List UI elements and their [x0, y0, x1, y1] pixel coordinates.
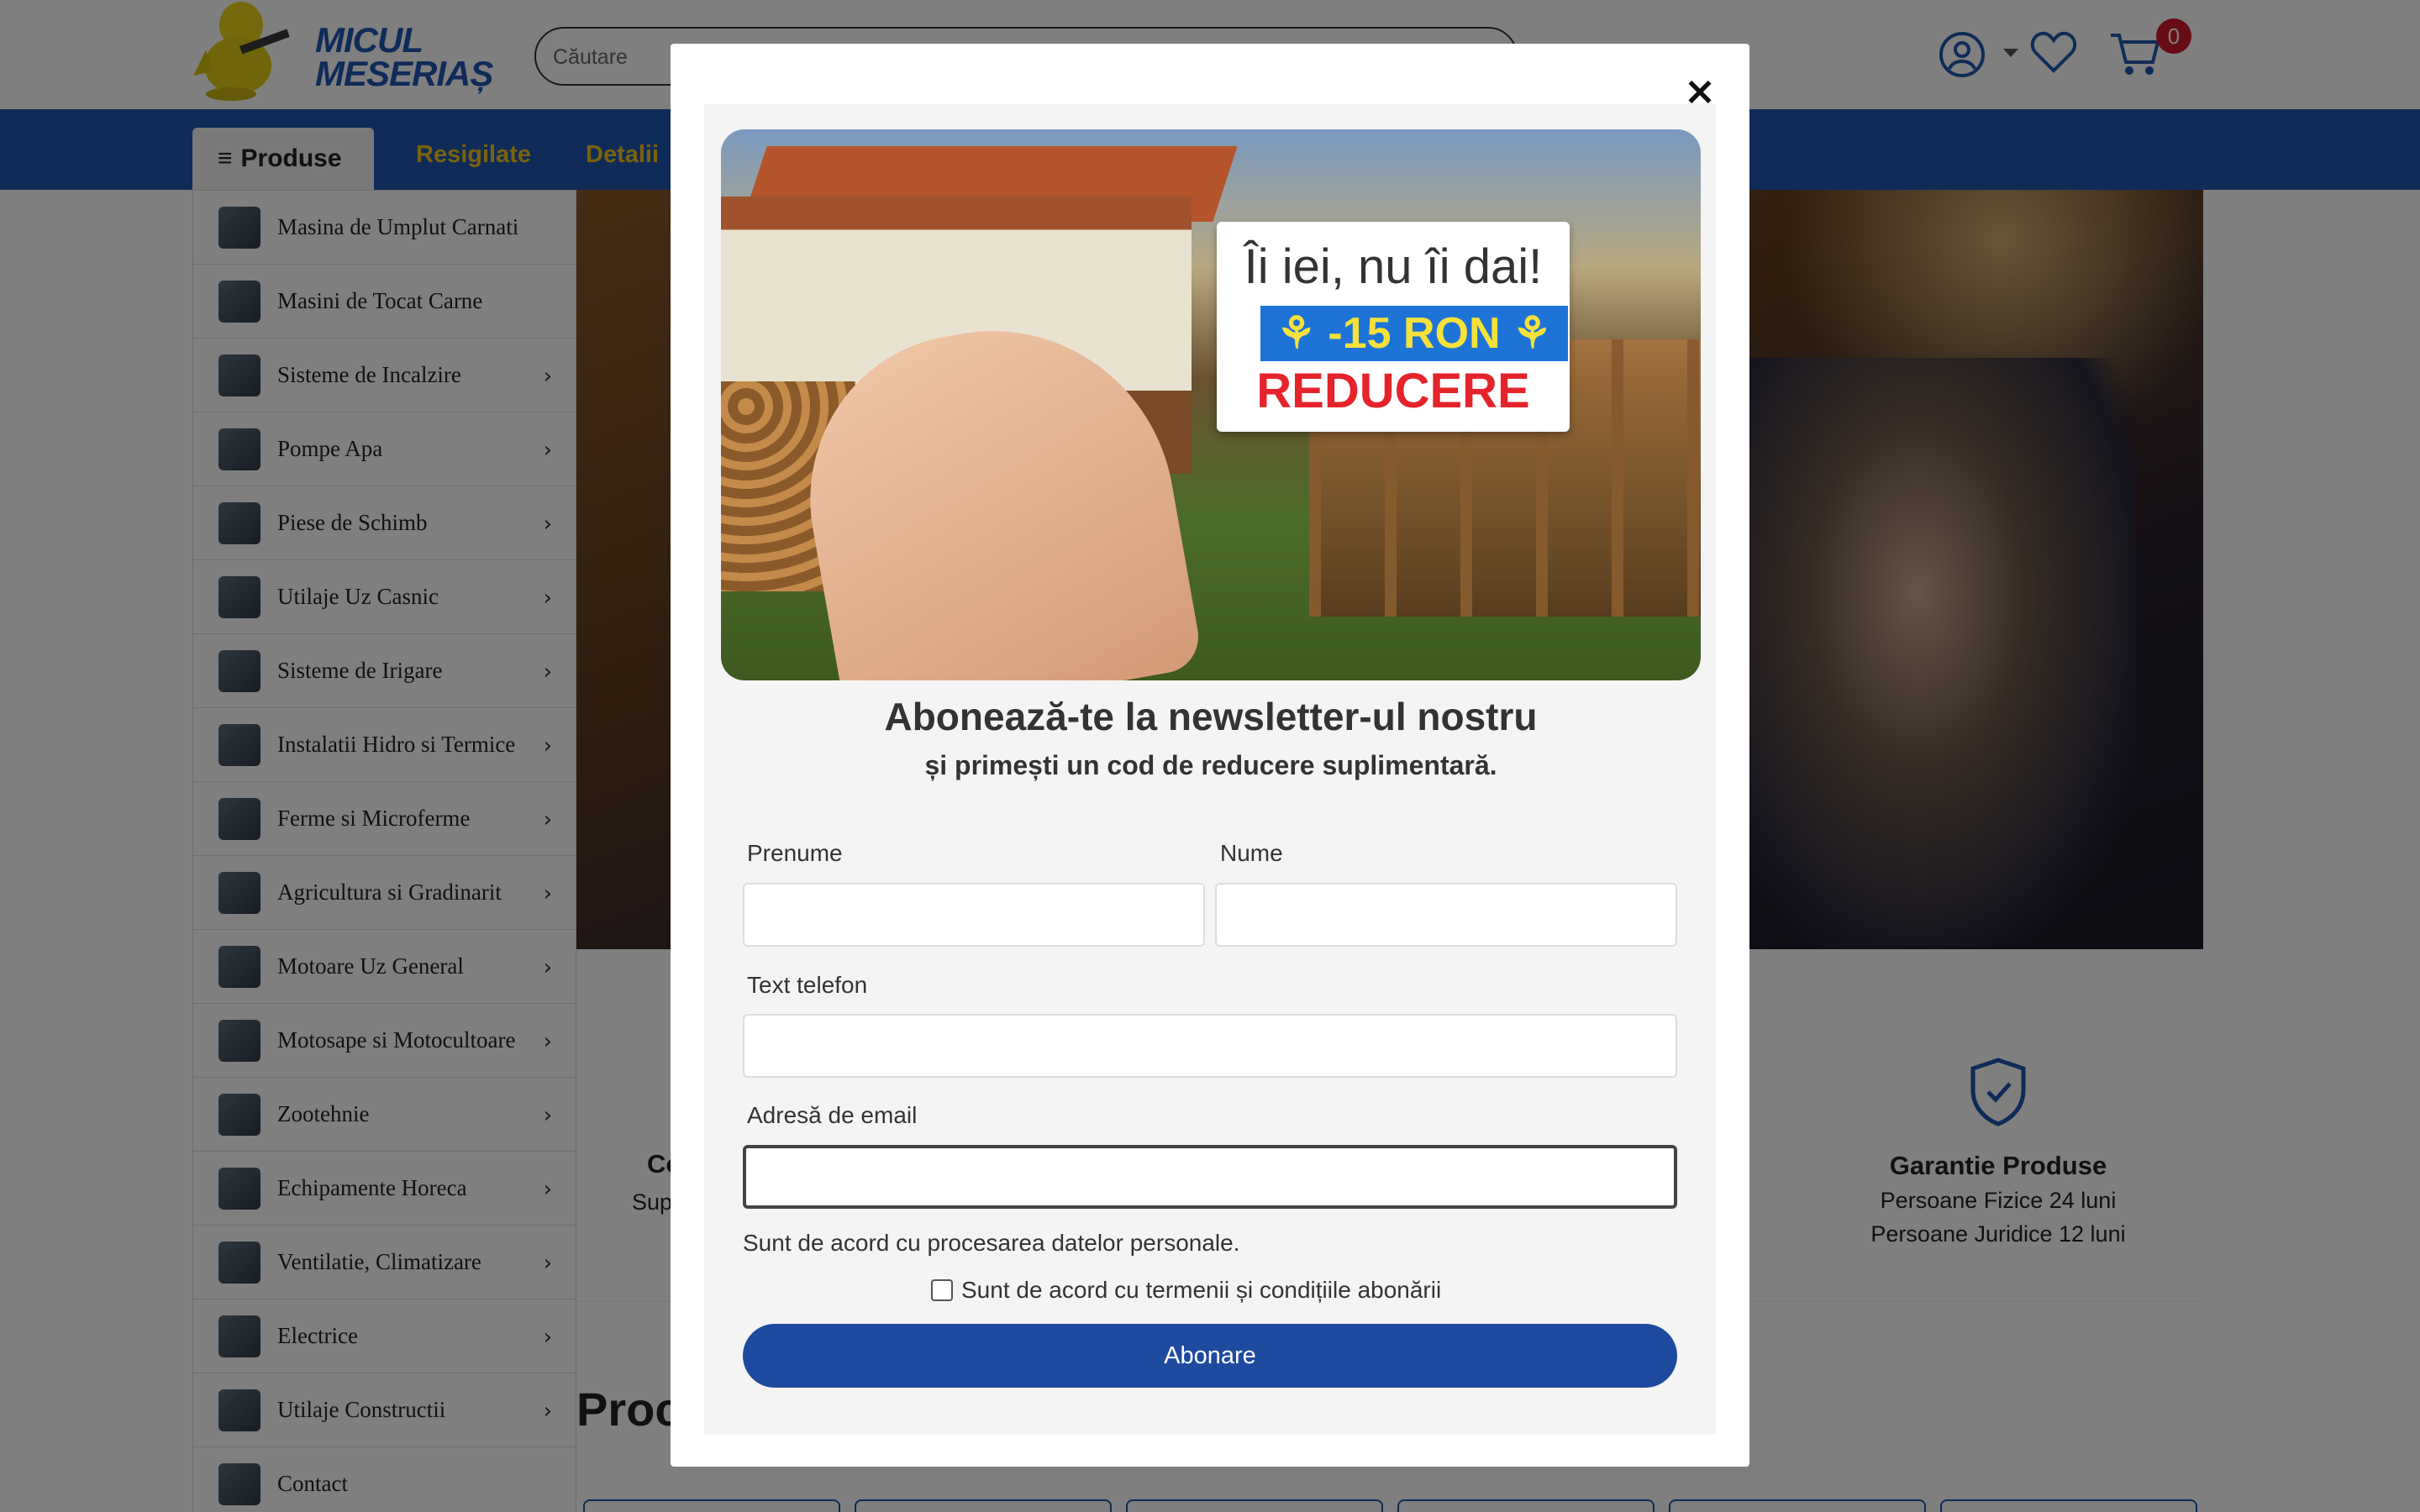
- first-name-label: Prenume: [747, 840, 843, 866]
- terms-checkbox-label[interactable]: Sunt de acord cu termenii și condițiile …: [961, 1277, 1441, 1304]
- terms-checkbox[interactable]: [931, 1279, 953, 1301]
- promo-reducere: REDUCERE: [1256, 364, 1530, 418]
- last-name-label: Nume: [1220, 840, 1283, 866]
- last-name-field[interactable]: [1215, 883, 1677, 947]
- phone-field[interactable]: [743, 1014, 1677, 1078]
- newsletter-title: Abonează-te la newsletter-ul nostru: [884, 695, 1538, 738]
- newsletter-subtitle: și primești un cod de reducere supliment…: [924, 750, 1497, 780]
- email-field[interactable]: [743, 1145, 1677, 1209]
- promo-discount-card: Îi iei, nu îi dai! ⚘ -15 RON ⚘ REDUCERE: [1217, 222, 1570, 432]
- terms-checkbox-row[interactable]: Sunt de acord cu termenii și condițiile …: [931, 1277, 1441, 1304]
- promo-headline: Îi iei, nu îi dai!: [1244, 239, 1543, 294]
- newsletter-promo-image: Îi iei, nu îi dai! ⚘ -15 RON ⚘ REDUCERE: [721, 129, 1701, 680]
- promo-amount: ⚘ -15 RON ⚘: [1260, 306, 1568, 361]
- subscribe-button[interactable]: Abonare: [743, 1324, 1677, 1388]
- first-name-field[interactable]: [743, 883, 1205, 947]
- consent-text: Sunt de acord cu procesarea datelor pers…: [743, 1230, 1240, 1256]
- email-label: Adresă de email: [747, 1102, 918, 1128]
- close-icon[interactable]: ×: [1675, 67, 1725, 118]
- phone-label: Text telefon: [747, 972, 868, 998]
